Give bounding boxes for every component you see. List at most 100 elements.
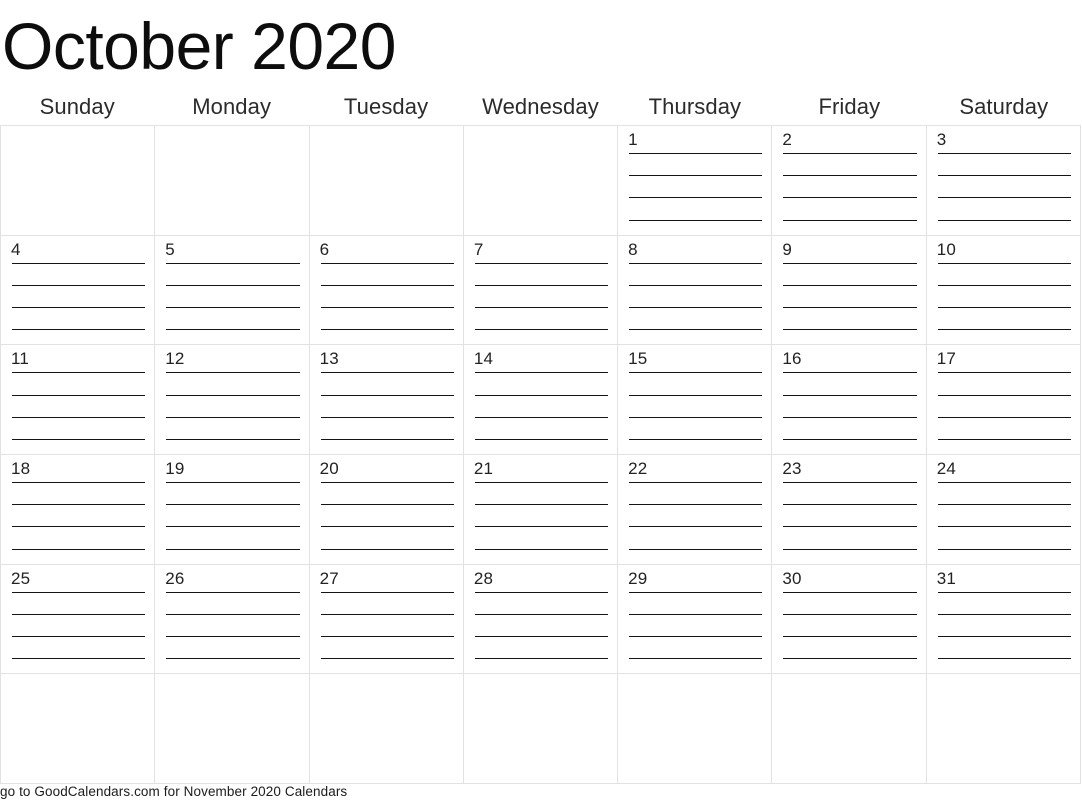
day-cell[interactable]: 1 [618,126,773,236]
day-cell-empty[interactable] [1,126,156,236]
note-line[interactable] [937,482,1071,484]
day-cell[interactable]: 3 [926,126,1081,236]
day-cell[interactable]: 16 [772,345,927,456]
note-line[interactable] [783,219,917,221]
note-line[interactable] [783,548,917,550]
note-line[interactable] [937,372,1071,374]
note-line[interactable] [474,307,609,309]
note-line[interactable] [166,636,300,638]
note-line[interactable] [629,526,763,528]
note-lines[interactable] [12,591,146,660]
note-lines[interactable] [629,591,763,660]
note-line[interactable] [474,482,609,484]
note-line[interactable] [937,219,1071,221]
note-line[interactable] [320,504,454,506]
note-line[interactable] [166,482,300,484]
note-line[interactable] [320,439,454,440]
note-line[interactable] [783,613,917,615]
note-line[interactable] [12,307,146,309]
note-line[interactable] [629,175,763,177]
day-cell-empty[interactable] [155,674,310,785]
note-line[interactable] [937,197,1071,199]
note-line[interactable] [937,636,1071,638]
note-line[interactable] [629,153,763,154]
note-line[interactable] [629,439,763,440]
note-line[interactable] [783,394,917,396]
day-cell[interactable]: 21 [463,455,619,565]
note-line[interactable] [937,175,1071,177]
note-line[interactable] [166,658,300,660]
note-line[interactable] [629,372,763,374]
day-cell-empty[interactable] [926,674,1081,785]
note-line[interactable] [937,591,1071,593]
note-lines[interactable] [12,372,146,440]
day-cell-empty[interactable] [463,674,619,785]
note-line[interactable] [474,262,609,264]
note-lines[interactable] [474,591,609,660]
note-line[interactable] [320,416,454,418]
note-line[interactable] [166,416,300,418]
day-cell[interactable]: 12 [155,345,310,456]
note-line[interactable] [937,526,1071,528]
day-cell[interactable]: 4 [1,235,156,346]
note-lines[interactable] [629,153,763,221]
note-line[interactable] [937,153,1071,154]
note-line[interactable] [12,591,146,593]
note-line[interactable] [629,548,763,550]
note-line[interactable] [12,262,146,264]
note-line[interactable] [166,504,300,506]
day-cell[interactable]: 2 [772,126,927,236]
note-line[interactable] [629,329,763,331]
note-line[interactable] [937,329,1071,331]
note-line[interactable] [474,613,609,615]
note-line[interactable] [937,658,1071,660]
note-lines[interactable] [783,482,917,550]
note-line[interactable] [629,658,763,660]
note-line[interactable] [320,262,454,264]
note-line[interactable] [166,262,300,264]
note-line[interactable] [166,613,300,615]
note-line[interactable] [166,526,300,528]
note-line[interactable] [783,329,917,331]
note-line[interactable] [783,636,917,638]
note-lines[interactable] [783,153,917,221]
note-line[interactable] [474,548,609,550]
note-line[interactable] [320,636,454,638]
note-lines[interactable] [937,591,1071,660]
note-lines[interactable] [320,372,454,440]
day-cell-empty[interactable] [463,126,619,236]
note-lines[interactable] [937,153,1071,221]
day-cell[interactable]: 19 [155,455,310,565]
note-line[interactable] [783,416,917,418]
note-line[interactable] [937,307,1071,309]
note-line[interactable] [629,613,763,615]
note-line[interactable] [937,439,1071,440]
note-line[interactable] [937,548,1071,550]
note-lines[interactable] [783,262,917,331]
note-line[interactable] [629,307,763,309]
note-line[interactable] [12,372,146,374]
day-cell[interactable]: 15 [618,345,773,456]
note-line[interactable] [12,658,146,660]
note-line[interactable] [783,307,917,309]
day-cell[interactable]: 18 [1,455,156,565]
day-cell[interactable]: 9 [772,235,927,346]
day-cell-empty[interactable] [618,674,773,785]
note-line[interactable] [629,219,763,221]
note-line[interactable] [320,526,454,528]
note-line[interactable] [474,504,609,506]
day-cell[interactable]: 30 [772,564,927,675]
day-cell[interactable]: 22 [618,455,773,565]
day-cell[interactable]: 23 [772,455,927,565]
day-cell[interactable]: 27 [309,564,464,675]
note-lines[interactable] [474,482,609,550]
note-line[interactable] [12,416,146,418]
note-line[interactable] [166,307,300,309]
note-line[interactable] [320,307,454,309]
note-line[interactable] [474,658,609,660]
note-lines[interactable] [474,262,609,331]
note-line[interactable] [474,591,609,593]
note-line[interactable] [783,658,917,660]
note-lines[interactable] [937,262,1071,331]
note-line[interactable] [783,526,917,528]
